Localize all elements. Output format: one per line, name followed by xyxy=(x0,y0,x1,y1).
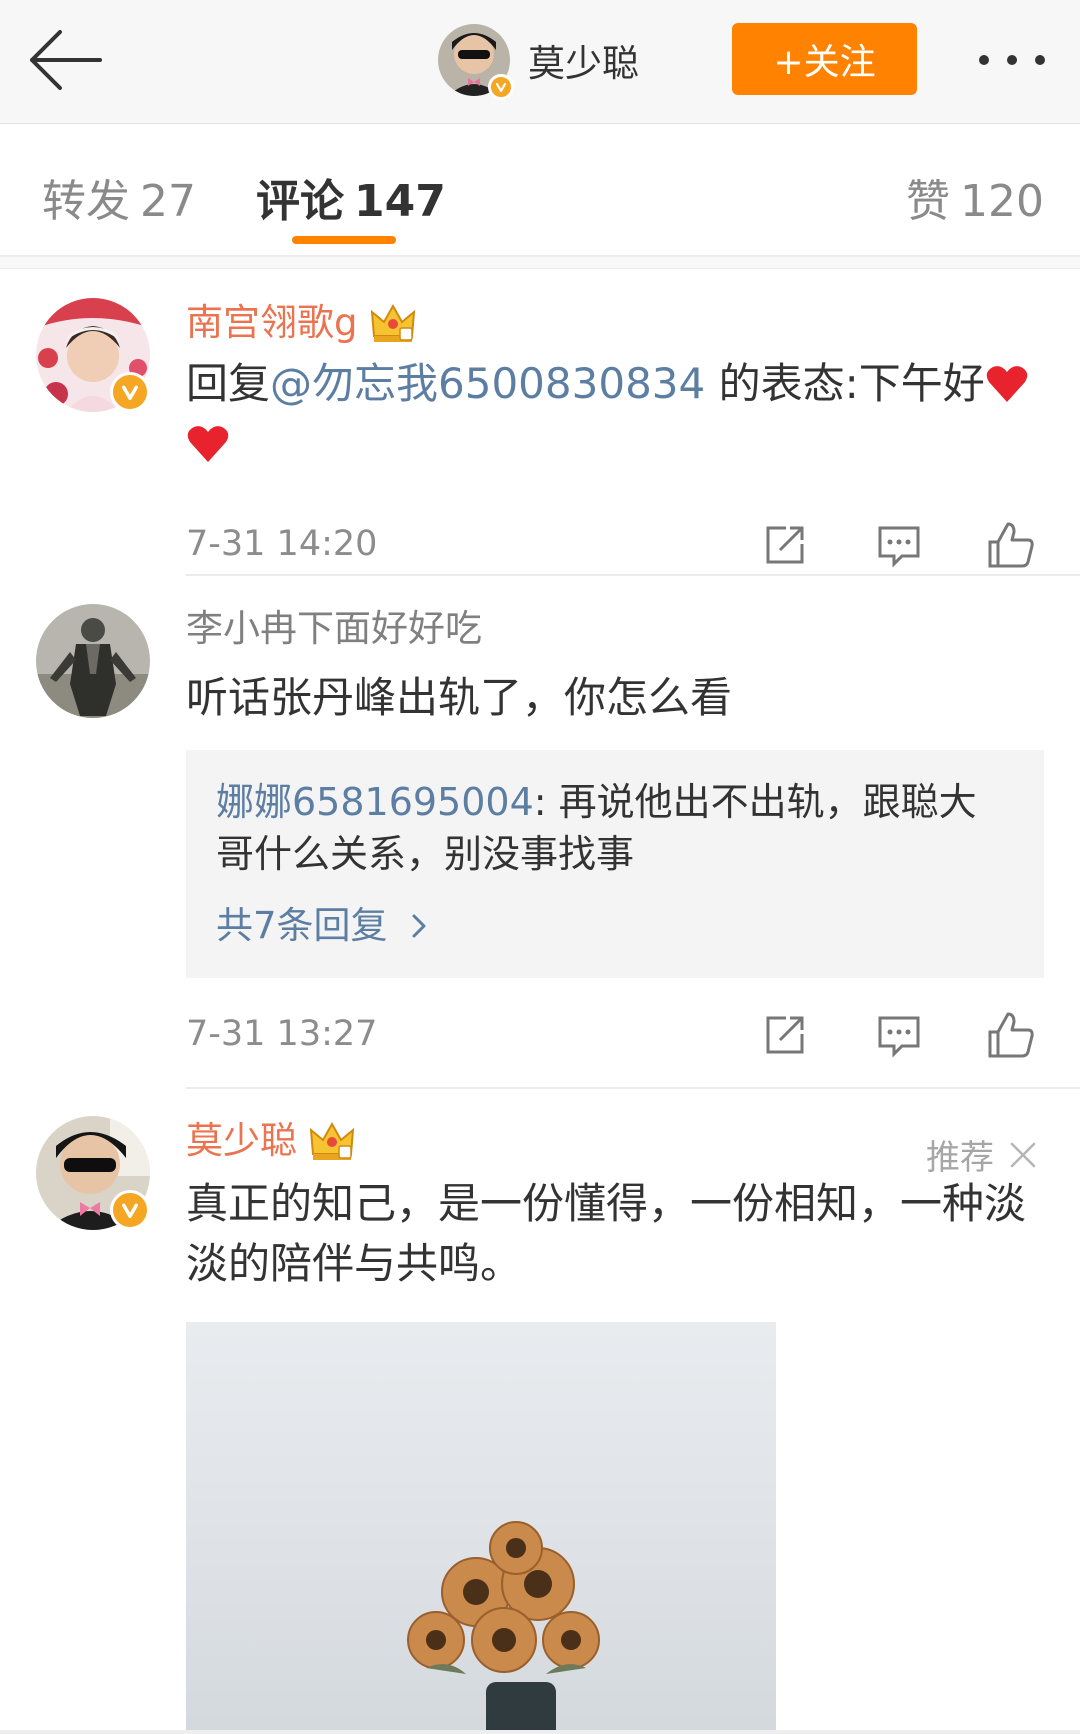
comment-meta: 7-31 14:20 xyxy=(186,514,1046,574)
reply-username[interactable]: 娜娜6581695004 xyxy=(216,780,534,824)
commenter-avatar[interactable] xyxy=(36,1116,150,1230)
comment-text: 回复@勿忘我6500830834 的表态:下午好 xyxy=(186,354,1046,474)
commenter-name-row: 莫少聪 xyxy=(186,1116,1046,1166)
commenter-avatar[interactable] xyxy=(36,298,150,412)
tab-bar: 转发 27 评论 147 赞 120 xyxy=(0,125,1080,257)
post-author[interactable]: 莫少聪 xyxy=(438,22,639,100)
comment-text-suffix: 的表态:下午好 xyxy=(705,359,985,408)
tab-comments-label: 评论 xyxy=(256,176,344,227)
comment-time: 7-31 14:20 xyxy=(186,524,378,564)
comment-text: 听话张丹峰出轨了，你怎么看 xyxy=(186,673,733,722)
heart-emoji-icon xyxy=(986,366,1027,402)
author-avatar[interactable] xyxy=(438,24,514,100)
thumbs-up-icon xyxy=(988,1012,1034,1058)
share-button[interactable] xyxy=(760,1010,810,1060)
mention-link[interactable]: @勿忘我6500830834 xyxy=(270,359,705,408)
more-button[interactable] xyxy=(972,40,1062,80)
tab-reposts[interactable]: 转发 27 xyxy=(42,165,196,229)
back-arrow-icon xyxy=(30,30,102,90)
comment-icon xyxy=(878,526,920,568)
like-button[interactable] xyxy=(986,1010,1036,1060)
tab-reposts-label: 转发 xyxy=(42,176,130,227)
tab-active-indicator xyxy=(292,236,396,244)
tab-reposts-count: 27 xyxy=(140,176,196,227)
view-all-replies-label: 共7条回复 xyxy=(216,904,388,947)
comment-time: 7-31 13:27 xyxy=(186,1014,378,1054)
commenter-name[interactable]: 南宫翎歌g xyxy=(186,298,358,348)
tab-likes-label: 赞 xyxy=(906,176,950,227)
commenter-name-row: 李小冉下面好好吃 xyxy=(186,604,1046,654)
tab-comments-count: 147 xyxy=(354,176,446,227)
tab-comments[interactable]: 评论 147 xyxy=(256,165,446,229)
commenter-name-row: 南宫翎歌g xyxy=(186,298,1046,348)
bottom-divider xyxy=(0,1730,1080,1734)
vip-crown-icon xyxy=(370,303,415,342)
weibo-comment-page: 莫少聪 +关注 转发 27 评论 147 赞 120 南宫翎歌g 回复@勿忘我6… xyxy=(0,0,1080,1734)
follow-button[interactable]: +关注 xyxy=(732,23,917,95)
reply-preview-box[interactable]: 娜娜6581695004: 再说他出不出轨，跟聪大哥什么关系，别没事找事 共7条… xyxy=(186,750,1044,978)
verified-badge-icon xyxy=(110,1190,150,1230)
commenter-name[interactable]: 李小冉下面好好吃 xyxy=(186,604,482,654)
heart-emoji-icon xyxy=(187,426,229,462)
comment-divider xyxy=(186,1087,1080,1089)
comment-icon xyxy=(878,1016,920,1058)
vip-crown-icon xyxy=(309,1121,355,1160)
back-button[interactable] xyxy=(24,22,114,98)
view-all-replies-link[interactable]: 共7条回复 xyxy=(216,900,1014,952)
commenter-name[interactable]: 莫少聪 xyxy=(186,1116,297,1166)
more-dots-icon xyxy=(979,55,1045,65)
commenter-avatar[interactable] xyxy=(36,604,150,718)
reply-button[interactable] xyxy=(874,520,924,570)
thumbs-up-icon xyxy=(988,522,1034,568)
chevron-right-icon xyxy=(412,914,426,938)
share-icon xyxy=(766,1016,804,1054)
tab-likes[interactable]: 赞 120 xyxy=(906,165,1044,229)
comment-text-prefix: 回复 xyxy=(186,359,271,408)
comment-meta: 7-31 13:27 xyxy=(186,1004,1046,1064)
comment-image[interactable] xyxy=(186,1322,776,1734)
like-button[interactable] xyxy=(986,520,1036,570)
verified-badge-icon xyxy=(110,372,150,412)
author-name[interactable]: 莫少聪 xyxy=(528,33,639,87)
top-bar: 莫少聪 +关注 xyxy=(0,0,1080,124)
share-button[interactable] xyxy=(760,520,810,570)
sunflower-vase-image xyxy=(407,1521,600,1734)
comment-divider xyxy=(186,574,1080,576)
verified-badge-icon xyxy=(488,74,514,100)
tab-likes-count: 120 xyxy=(960,176,1044,227)
reply-button[interactable] xyxy=(874,1010,924,1060)
section-separator xyxy=(0,257,1080,269)
share-icon xyxy=(766,526,804,564)
comment-text: 真正的知己，是一份懂得，一份相知，一种淡淡的陪伴与共鸣。 xyxy=(186,1179,1027,1288)
